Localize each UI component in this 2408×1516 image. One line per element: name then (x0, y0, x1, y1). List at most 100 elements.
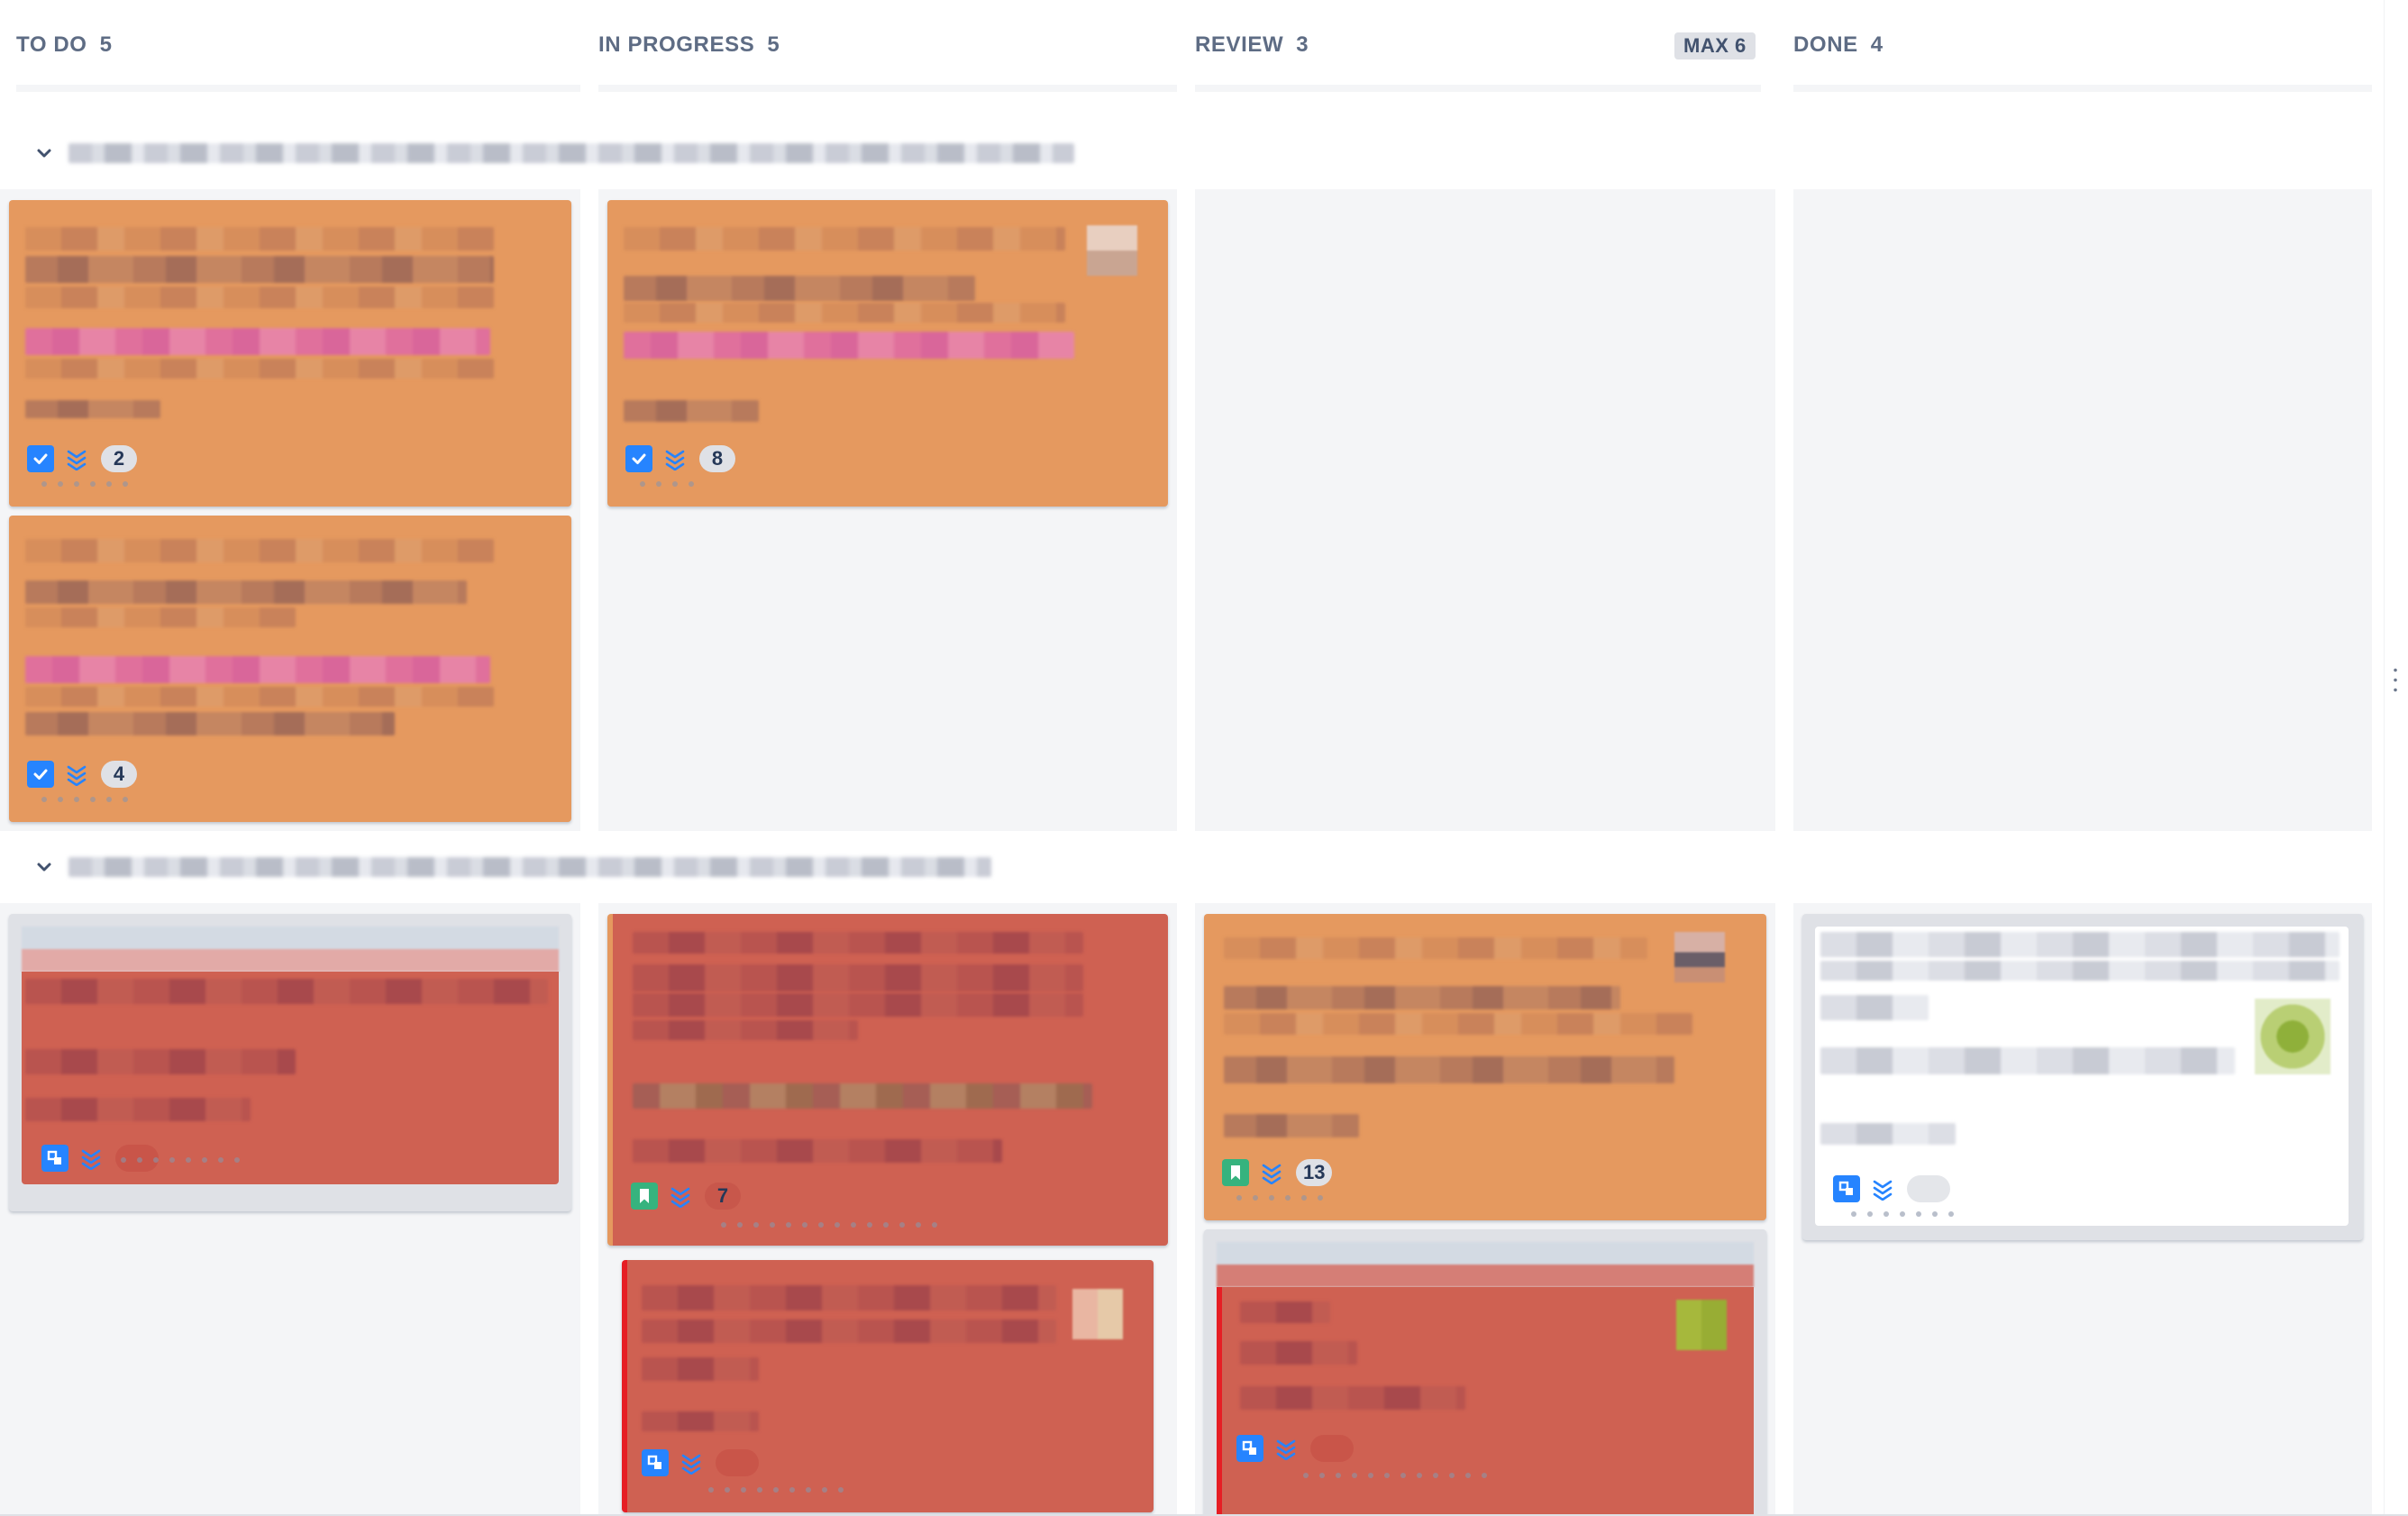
assignee-avatar[interactable] (1087, 225, 1137, 276)
lane-cell-done (1793, 189, 2372, 831)
card-label-redacted (25, 656, 490, 683)
assignee-avatar[interactable] (1072, 1289, 1123, 1339)
card-summary-redacted (624, 227, 1065, 251)
card-progress-dots (640, 481, 694, 487)
card-header-strip (1217, 1242, 1754, 1287)
card-summary-redacted (25, 607, 296, 627)
card-summary-redacted (25, 1049, 296, 1074)
column-header-review: REVIEW 3 MAX 6 (1195, 0, 1761, 92)
column-title: DONE (1793, 32, 1858, 57)
subtask-card[interactable] (622, 1260, 1154, 1512)
card-summary-redacted (25, 359, 494, 379)
issue-card-parent[interactable] (9, 914, 571, 1211)
subtask-card[interactable] (22, 972, 559, 1184)
story-bookmark-icon (631, 1183, 658, 1210)
card-epic-redacted (624, 400, 759, 422)
story-points-badge: 4 (101, 761, 137, 788)
subtask-icon (41, 1145, 68, 1172)
column-title: IN PROGRESS (598, 32, 755, 57)
column-count: 5 (99, 32, 113, 57)
card-label-redacted (25, 328, 490, 355)
card-progress-dots (1851, 1211, 1954, 1217)
story-points-badge-empty (716, 1449, 759, 1476)
card-label-redacted (624, 332, 1074, 359)
card-summary-redacted (633, 932, 1083, 954)
more-options-icon[interactable] (2394, 665, 2397, 696)
column-header-todo: TO DO 5 (16, 0, 580, 92)
card-summary-redacted (633, 993, 1083, 1017)
story-bookmark-icon (1222, 1159, 1249, 1186)
column-header-divider (598, 85, 1177, 92)
assignee-avatar[interactable] (1674, 932, 1725, 982)
lowest-priority-icon (65, 445, 88, 472)
card-summary-redacted (642, 1357, 759, 1381)
card-summary-redacted (25, 979, 548, 1004)
task-checkbox-icon (27, 445, 54, 472)
card-summary-redacted (642, 1411, 759, 1431)
card-summary-redacted (25, 580, 467, 604)
issue-card-parent[interactable] (1802, 914, 2363, 1240)
issue-card[interactable]: 4 (9, 516, 571, 822)
card-progress-dots (1303, 1473, 1487, 1478)
subtask-card[interactable] (1217, 1287, 1754, 1516)
card-summary-redacted (1240, 1386, 1465, 1410)
chevron-down-icon[interactable] (31, 854, 58, 881)
lowest-priority-icon (669, 1183, 692, 1210)
card-progress-dots (41, 797, 128, 802)
subtask-card[interactable] (1815, 927, 2349, 1226)
assignee-avatar[interactable] (2255, 999, 2330, 1074)
lowest-priority-icon (1871, 1175, 1894, 1202)
swimlane-title-redacted (68, 857, 991, 877)
card-progress-dots (721, 1222, 937, 1228)
column-header-divider (1195, 85, 1761, 92)
card-header-strip (22, 927, 559, 972)
card-summary-redacted (1820, 1047, 2235, 1074)
swimlane-header[interactable] (31, 847, 991, 887)
column-title: TO DO (16, 32, 87, 57)
assignee-avatar[interactable] (1676, 1300, 1727, 1350)
subtask-icon (642, 1449, 669, 1476)
card-epic-redacted (25, 712, 395, 735)
task-checkbox-icon (625, 445, 652, 472)
card-summary-redacted (624, 276, 975, 301)
column-header-in-progress: IN PROGRESS 5 (598, 0, 1177, 92)
column-count: 4 (1870, 32, 1884, 57)
card-summary-redacted (1224, 937, 1647, 959)
card-summary-redacted (25, 256, 494, 283)
card-summary-redacted (25, 687, 494, 707)
card-progress-dots (121, 1157, 240, 1163)
issue-card[interactable]: 7 (607, 914, 1168, 1246)
card-summary-redacted (1820, 995, 1929, 1020)
card-summary-redacted (624, 303, 1065, 323)
card-summary-redacted (1224, 1013, 1692, 1035)
column-header-done: DONE 4 (1793, 0, 2372, 92)
card-summary-redacted (633, 964, 1083, 991)
card-summary-redacted (25, 227, 494, 251)
card-epic-redacted (633, 1139, 1002, 1163)
board-scrollbar[interactable] (2384, 0, 2408, 1516)
card-summary-redacted (1820, 1123, 1956, 1145)
card-label-redacted (633, 1083, 1092, 1109)
chevron-down-icon[interactable] (31, 140, 58, 167)
card-summary-redacted (633, 1020, 858, 1040)
story-points-badge: 13 (1296, 1159, 1333, 1186)
card-summary-redacted (1820, 932, 2340, 957)
swimlane-title-redacted (68, 143, 1074, 163)
lowest-priority-icon (79, 1145, 103, 1172)
swimlane-header[interactable] (31, 133, 1074, 173)
story-points-badge-empty (1907, 1175, 1950, 1202)
task-checkbox-icon (27, 761, 54, 788)
issue-card[interactable]: 2 (9, 200, 571, 507)
card-summary-redacted (1240, 1341, 1357, 1365)
card-summary-redacted (642, 1285, 1056, 1311)
subtask-icon (1833, 1175, 1860, 1202)
column-header-divider (1793, 85, 2372, 92)
lowest-priority-icon (663, 445, 687, 472)
column-count: 5 (767, 32, 780, 57)
card-summary-redacted (1240, 1301, 1330, 1323)
issue-card[interactable]: 8 (607, 200, 1168, 507)
issue-card[interactable]: 13 (1204, 914, 1766, 1220)
card-progress-dots (708, 1487, 844, 1493)
card-summary-redacted (1820, 961, 2340, 981)
issue-card-parent[interactable] (1204, 1229, 1766, 1516)
